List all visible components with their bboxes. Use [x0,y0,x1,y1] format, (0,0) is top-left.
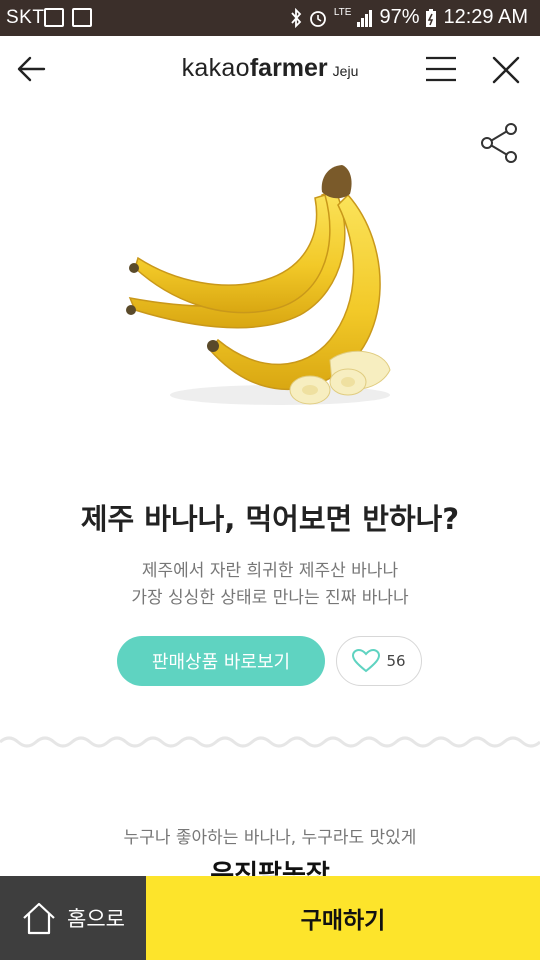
status-right: LTE 97% 12:29 AM [290,6,528,29]
kakaofarmer-logo[interactable]: kakaofarmer Jeju [0,54,540,83]
product-subtitle-line1: 제주에서 자란 희귀한 제주산 바나나 [141,561,399,581]
alarm-icon [309,10,326,27]
wave-divider [0,736,540,748]
like-button[interactable]: 56 [336,636,422,686]
battery-percent: 97% [379,6,420,28]
home-button-label: 홈으로 [67,907,125,931]
app-header: kakaofarmer Jeju [0,36,540,102]
lte-label: LTE [333,6,352,18]
hamburger-menu-icon[interactable] [424,54,458,84]
product-title: 제주 바나나, 먹어보면 반하나? [80,502,460,536]
bottom-action-bar: 홈으로 구매하기 [0,876,540,960]
home-icon [23,902,55,935]
heart-icon [352,649,381,673]
clock: 12:29 AM [443,6,528,28]
carrier-label: SKT [6,7,45,28]
status-bar: SKT LTE 97% 12:29 AM [0,0,540,36]
home-button[interactable]: 홈으로 [0,876,146,960]
share-icon[interactable] [478,122,520,164]
view-products-button[interactable]: 판매상품 바로보기 [117,636,325,686]
logo-farmer: farmer [249,54,328,82]
battery-icon [426,8,437,27]
search-notification-icon [44,8,64,27]
like-count: 56 [386,652,406,670]
bluetooth-icon [291,7,302,28]
close-icon[interactable] [490,54,522,86]
product-subtitle-line2: 가장 싱싱한 상태로 만나는 진짜 바나나 [131,588,409,608]
buy-button[interactable]: 구매하기 [146,876,540,960]
banana-product-image [126,165,391,405]
farm-section-subtitle: 누구나 좋아하는 바나나, 누구라도 맛있게 [123,828,417,848]
logo-region: Jeju [332,63,359,79]
logo-kakao: kakao [181,54,250,82]
signal-icon [357,9,373,27]
image-notification-icon [72,8,92,27]
